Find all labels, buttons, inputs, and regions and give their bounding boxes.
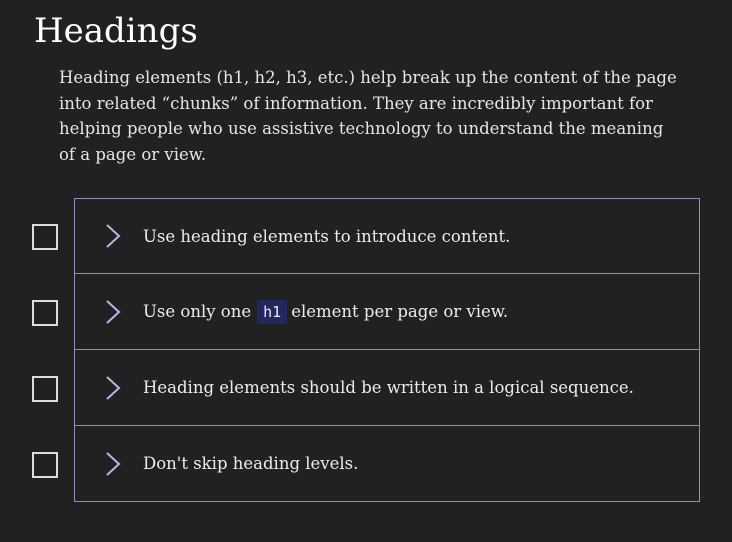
checklist-item-label: Don't skip heading levels. [143, 454, 359, 473]
checklist: Use heading elements to introduce conten… [0, 198, 732, 502]
intro-paragraph: Heading elements (h1, h2, h3, etc.) help… [59, 68, 677, 164]
label-text-before: Use only one [143, 302, 252, 321]
checklist-item-label: Use only one h1 element per page or view. [143, 300, 509, 324]
chevron-right-icon [105, 299, 121, 325]
inline-code: h1 [257, 300, 288, 324]
checklist-item-disclosure[interactable]: Heading elements should be written in a … [74, 350, 700, 426]
checkbox[interactable] [32, 452, 58, 478]
chevron-right-icon [105, 223, 121, 249]
checklist-row: Heading elements should be written in a … [0, 350, 732, 426]
checklist-item-label: Heading elements should be written in a … [143, 378, 634, 397]
checklist-item-label: Use heading elements to introduce conten… [143, 226, 511, 246]
checkbox[interactable] [32, 376, 58, 402]
checklist-row: Use only one h1 element per page or view. [0, 274, 732, 350]
chevron-right-icon [105, 451, 121, 477]
checkbox[interactable] [32, 224, 58, 250]
checkbox[interactable] [32, 300, 58, 326]
page-title: Headings [34, 11, 198, 51]
checklist-row: Use heading elements to introduce conten… [0, 198, 732, 274]
checklist-item-disclosure[interactable]: Use heading elements to introduce conten… [74, 198, 700, 274]
label-text-after: element per page or view. [291, 302, 509, 321]
chevron-right-icon [105, 375, 121, 401]
checklist-item-disclosure[interactable]: Don't skip heading levels. [74, 426, 700, 502]
checklist-row: Don't skip heading levels. [0, 426, 732, 502]
checklist-item-disclosure[interactable]: Use only one h1 element per page or view. [74, 274, 700, 350]
